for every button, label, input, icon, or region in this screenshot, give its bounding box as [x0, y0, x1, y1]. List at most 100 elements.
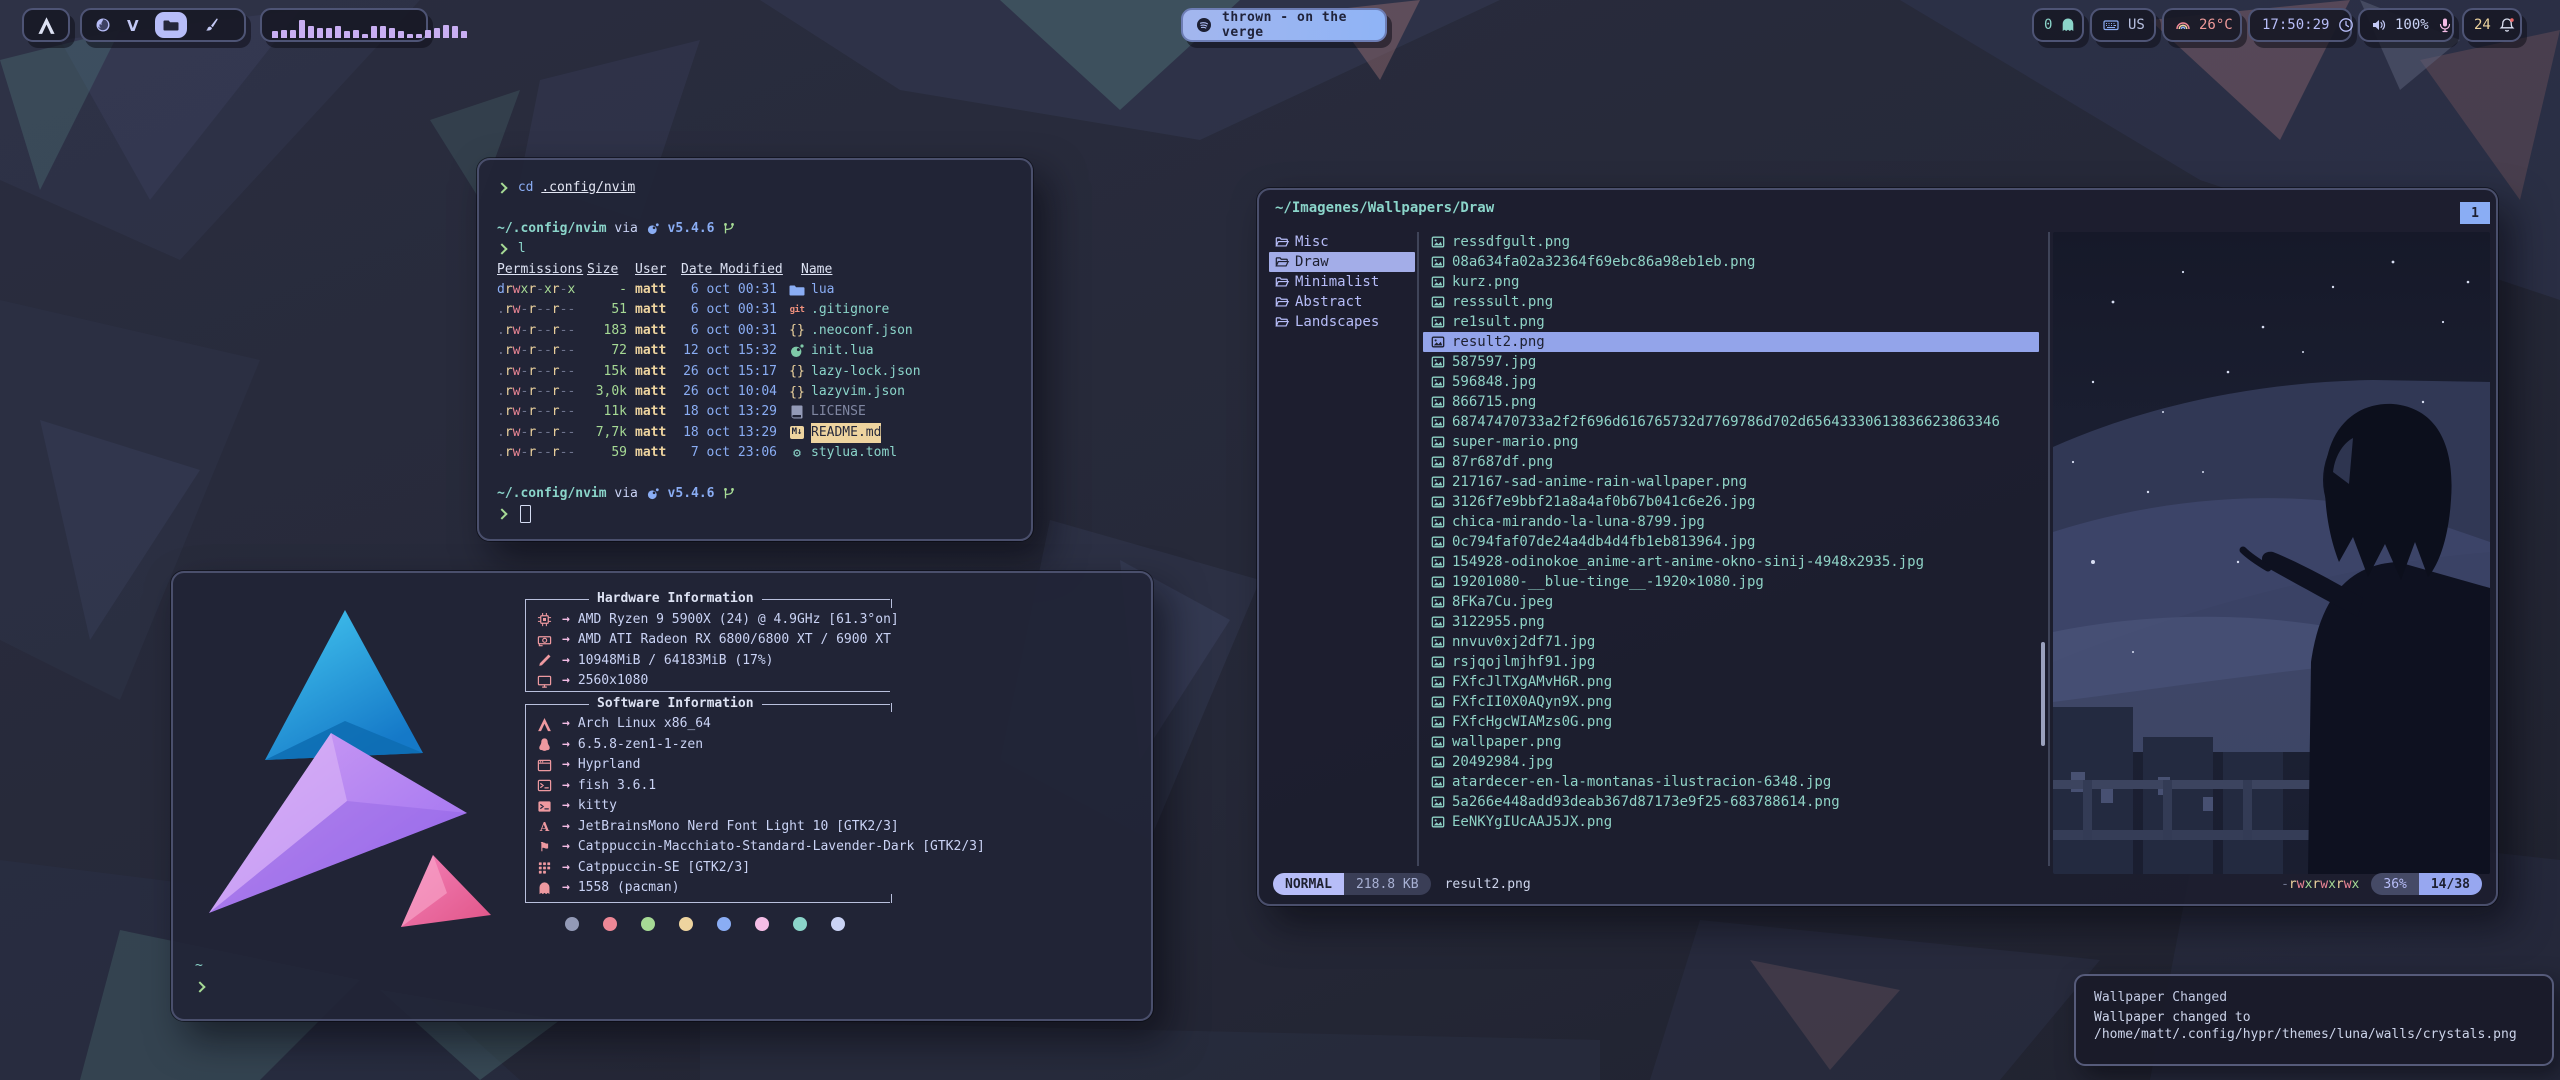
notification-count: 24 [2474, 17, 2491, 33]
sidebar-dir-minimalist[interactable]: Minimalist [1269, 272, 1415, 292]
clock-module[interactable]: 17:50:29 [2248, 8, 2352, 42]
file-row[interactable]: 68747470733a2f2f696d616765732d7769786d70… [1423, 412, 2039, 432]
sidebar-dir-abstract[interactable]: Abstract [1269, 292, 1415, 312]
visualizer-bar [452, 26, 458, 37]
file-name: 3122955.png [1452, 612, 1545, 632]
file-row[interactable]: 87r687df.png [1423, 452, 2039, 472]
sidebar-dir-misc[interactable]: Misc [1269, 232, 1415, 252]
file-row[interactable]: nnvuv0xj2df71.jpg [1423, 632, 2039, 652]
visualizer-bar [362, 34, 368, 37]
terminal-input-line[interactable] [497, 504, 1013, 524]
image-file-icon [1431, 575, 1445, 589]
workspace-paint[interactable] [203, 17, 219, 33]
ls-file-row: .rw-r--r--15kmatt26 oct 15:17{}lazy-lock… [497, 362, 1013, 382]
file-row[interactable]: 3126f7e9bbf21a8a4af0b67b041c6e26.jpg [1423, 492, 2039, 512]
workspace-files-active[interactable] [155, 12, 187, 38]
file-name: 87r687df.png [1452, 452, 1553, 472]
palette-dot [831, 917, 845, 931]
file-name: LICENSE [811, 402, 866, 422]
visualizer-bar [443, 25, 449, 38]
file-row[interactable]: super-mario.png [1423, 432, 2039, 452]
ls-file-row: .rw-r--r--72matt12 oct 15:32init.lua [497, 341, 1013, 361]
workspace-firefox[interactable] [95, 17, 111, 33]
file-row[interactable]: 587597.jpg [1423, 352, 2039, 372]
fetch-prompt[interactable]: ~ [195, 956, 208, 997]
audio-visualizer[interactable] [260, 8, 428, 42]
git-branch-icon [722, 222, 736, 236]
file-row[interactable]: 3122955.png [1423, 612, 2039, 632]
fetch-window: Hardware Information →AMD Ryzen 9 5900X … [171, 571, 1153, 1021]
pacman-icon [537, 881, 552, 896]
updates-module[interactable]: 0 [2032, 8, 2084, 42]
file-row[interactable]: EeNKYgIUcAAJ5JX.png [1423, 812, 2039, 832]
file-row[interactable]: 20492984.jpg [1423, 752, 2039, 772]
ls-header-row: Permissions Size User Date Modified Name [497, 260, 1013, 280]
image-file-icon [1431, 455, 1445, 469]
audio-module[interactable]: 100% [2358, 8, 2454, 42]
tab-badge[interactable]: 1 [2460, 202, 2490, 224]
file-row[interactable]: FXfcHgcWIAMzs0G.png [1423, 712, 2039, 732]
file-name: init.lua [811, 341, 874, 361]
file-row[interactable]: 5a266e448add93deab367d87173e9f25-6837886… [1423, 792, 2039, 812]
terminal-window: cd .config/nvim ~/.config/nvim via v5.4.… [477, 158, 1033, 541]
arrow-right-icon: → [562, 837, 570, 858]
prompt-chevron-icon [496, 244, 507, 255]
file-name: 08a634fa02a32364f69ebc86a98eb1eb.png [1452, 252, 1755, 272]
file-row[interactable]: 19201080-__blue-tinge__-1920×1080.jpg [1423, 572, 2039, 592]
file-row[interactable]: atardecer-en-la-montanas-ilustracion-634… [1423, 772, 2039, 792]
keyboard-layout-module[interactable]: US [2090, 8, 2156, 42]
app-launcher-button[interactable] [22, 8, 70, 42]
dir-label: Minimalist [1295, 272, 1379, 292]
info-row: →Arch Linux x86_64 [525, 714, 1135, 735]
now-playing-widget[interactable]: thrown - on the verge [1181, 8, 1387, 42]
keyboard-icon [2103, 17, 2119, 33]
dir-label: Misc [1295, 232, 1329, 252]
file-row[interactable]: re1sult.png [1423, 312, 2039, 332]
file-row[interactable]: 596848.jpg [1423, 372, 2039, 392]
file-row[interactable]: chica-mirando-la-luna-8799.jpg [1423, 512, 2039, 532]
file-name: README.md [811, 423, 881, 443]
notifications-module[interactable]: 24 [2462, 8, 2522, 42]
ls-file-row: .rw-r--r--3,0kmatt26 oct 10:04{}lazyvim.… [497, 382, 1013, 402]
shell-icon [537, 778, 552, 793]
sidebar-dir-landscapes[interactable]: Landscapes [1269, 312, 1415, 332]
ls-command-line: l [497, 239, 1013, 259]
file-row[interactable]: 08a634fa02a32364f69ebc86a98eb1eb.png [1423, 252, 2039, 272]
info-text: Arch Linux x86_64 [578, 714, 711, 735]
sidebar-dir-draw[interactable]: Draw [1269, 252, 1415, 272]
file-row[interactable]: result2.png [1423, 332, 2039, 352]
image-file-icon [1431, 495, 1445, 509]
file-row[interactable]: 0c794faf07de24a4db4d4fb1eb813964.jpg [1423, 532, 2039, 552]
file-row[interactable]: ressdfgult.png [1423, 232, 2039, 252]
distro-logo [195, 595, 495, 955]
file-row[interactable]: 8FKa7Cu.jpeg [1423, 592, 2039, 612]
file-row[interactable]: wallpaper.png [1423, 732, 2039, 752]
file-row[interactable]: FXfcJlTXgAMvH6R.png [1423, 672, 2039, 692]
file-name: nnvuv0xj2df71.jpg [1452, 632, 1595, 652]
file-name: super-mario.png [1452, 432, 1578, 452]
file-name: 866715.png [1452, 392, 1536, 412]
file-row[interactable]: 154928-odinokoe_anime-art-anime-okno-sin… [1423, 552, 2039, 572]
file-row[interactable]: kurz.png [1423, 272, 2039, 292]
file-row[interactable]: rsjqojlmjhf91.jpg [1423, 652, 2039, 672]
info-text: 1558 (pacman) [578, 878, 680, 899]
workspace-vim[interactable]: V [127, 17, 139, 33]
spotify-icon [1196, 17, 1212, 33]
file-name: FXfcHgcWIAMzs0G.png [1452, 712, 1612, 732]
file-row[interactable]: 866715.png [1423, 392, 2039, 412]
arch-icon [37, 16, 56, 35]
image-file-icon [1431, 555, 1445, 569]
flag-icon: ⚑ [537, 837, 552, 858]
image-file-icon [1431, 655, 1445, 669]
file-row[interactable]: resssult.png [1423, 292, 2039, 312]
ls-command: l [518, 239, 526, 259]
ls-file-row: .rw-r--r--11kmatt18 oct 13:29LICENSE [497, 402, 1013, 422]
weather-module[interactable]: 26°C [2162, 8, 2242, 42]
notification-popup[interactable]: Wallpaper Changed Wallpaper changed to /… [2074, 974, 2554, 1066]
git-branch-icon [722, 487, 736, 501]
file-row[interactable]: 217167-sad-anime-rain-wallpaper.png [1423, 472, 2039, 492]
folder-icon [789, 282, 805, 298]
file-row[interactable]: FXfcII0X0AQyn9X.png [1423, 692, 2039, 712]
file-list-scrollbar[interactable] [2041, 642, 2045, 746]
info-row: →6.5.8-zen1-1-zen [525, 735, 1135, 756]
